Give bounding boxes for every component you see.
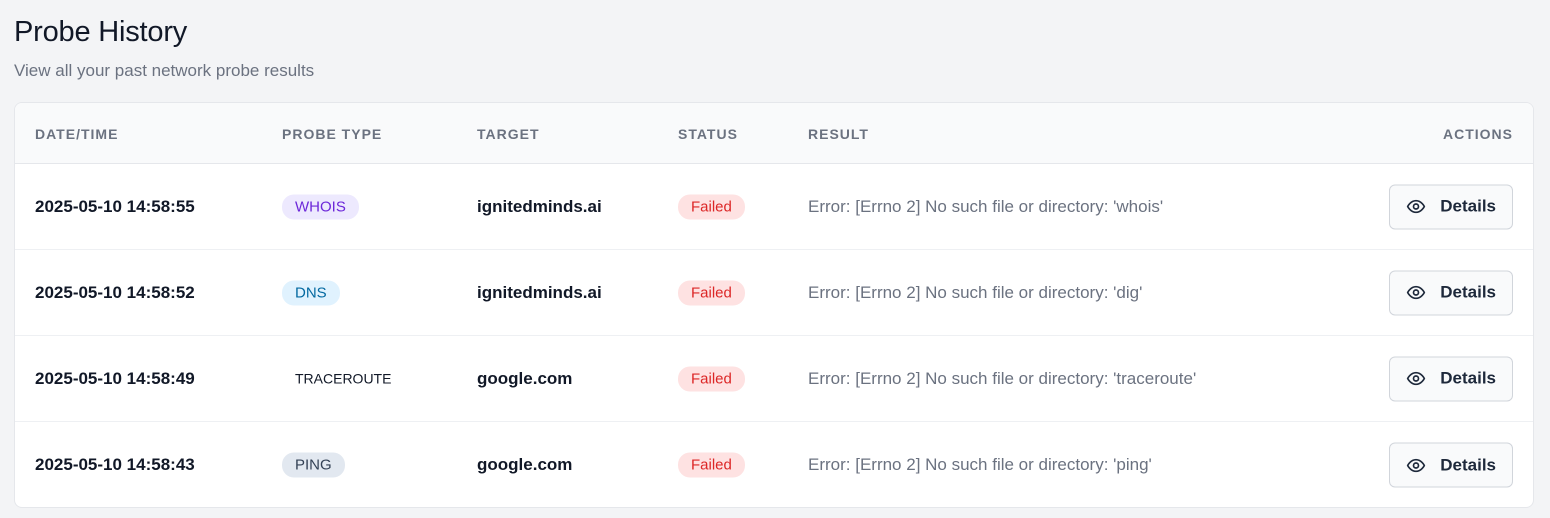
header-datetime: DATE/TIME <box>35 126 119 142</box>
row-probe-type: PING <box>282 452 345 478</box>
row-probe-type: TRACEROUTE <box>282 366 404 391</box>
status-badge: Failed <box>678 194 745 219</box>
table-row: 2025-05-10 14:58:43 PING google.com Fail… <box>15 422 1533 507</box>
header-target: TARGET <box>477 126 540 142</box>
header-result: RESULT <box>808 126 869 142</box>
header-probe-type: PROBE TYPE <box>282 126 383 142</box>
row-target: google.com <box>477 368 573 388</box>
table-row: 2025-05-10 14:58:52 DNS ignitedminds.ai … <box>15 250 1533 336</box>
row-target: google.com <box>477 455 573 474</box>
probe-type-badge: TRACEROUTE <box>295 370 392 386</box>
row-target: ignitedminds.ai <box>477 282 602 302</box>
row-result: Error: [Errno 2] No such file or directo… <box>808 282 1143 302</box>
eye-icon <box>1406 283 1426 303</box>
details-button-label: Details <box>1440 282 1496 302</box>
status-badge: Failed <box>678 452 745 478</box>
details-button[interactable]: Details <box>1389 184 1513 229</box>
row-status: Failed <box>678 452 745 478</box>
row-status: Failed <box>678 280 745 305</box>
details-button[interactable]: Details <box>1389 270 1513 315</box>
table-header: DATE/TIME PROBE TYPE TARGET STATUS RESUL… <box>15 103 1533 164</box>
probe-type-badge: PING <box>282 452 345 478</box>
details-button-label: Details <box>1440 455 1496 474</box>
details-button-label: Details <box>1440 196 1496 216</box>
page: Probe History View all your past network… <box>0 0 1550 518</box>
row-actions: Details <box>1389 184 1513 229</box>
probe-history-table: DATE/TIME PROBE TYPE TARGET STATUS RESUL… <box>14 102 1534 508</box>
details-button-label: Details <box>1440 368 1496 388</box>
table-body: 2025-05-10 14:58:55 WHOIS ignitedminds.a… <box>15 164 1533 507</box>
row-probe-type: WHOIS <box>282 194 359 219</box>
header-status: STATUS <box>678 126 738 142</box>
row-status: Failed <box>678 194 745 219</box>
status-badge: Failed <box>678 280 745 305</box>
row-actions: Details <box>1389 442 1513 488</box>
row-target: ignitedminds.ai <box>477 196 602 216</box>
row-actions: Details <box>1389 356 1513 401</box>
row-datetime: 2025-05-10 14:58:49 <box>35 368 195 388</box>
status-badge: Failed <box>678 366 745 391</box>
row-datetime: 2025-05-10 14:58:55 <box>35 196 195 216</box>
probe-type-badge: WHOIS <box>282 194 359 219</box>
row-result: Error: [Errno 2] No such file or directo… <box>808 196 1164 216</box>
header-actions: ACTIONS <box>1443 126 1513 142</box>
row-result: Error: [Errno 2] No such file or directo… <box>808 455 1152 474</box>
row-actions: Details <box>1389 270 1513 315</box>
details-button[interactable]: Details <box>1389 442 1513 488</box>
table-row: 2025-05-10 14:58:49 TRACEROUTE google.co… <box>15 336 1533 422</box>
eye-icon <box>1406 197 1426 217</box>
row-datetime: 2025-05-10 14:58:43 <box>35 455 195 474</box>
eye-icon <box>1406 455 1426 475</box>
row-datetime: 2025-05-10 14:58:52 <box>35 282 195 302</box>
table-row: 2025-05-10 14:58:55 WHOIS ignitedminds.a… <box>15 164 1533 250</box>
probe-type-badge: DNS <box>282 280 340 305</box>
row-probe-type: DNS <box>282 280 340 305</box>
page-subtitle: View all your past network probe results <box>14 61 315 80</box>
details-button[interactable]: Details <box>1389 356 1513 401</box>
row-status: Failed <box>678 366 745 391</box>
eye-icon <box>1406 369 1426 389</box>
row-result: Error: [Errno 2] No such file or directo… <box>808 368 1197 388</box>
page-title: Probe History <box>14 16 188 48</box>
